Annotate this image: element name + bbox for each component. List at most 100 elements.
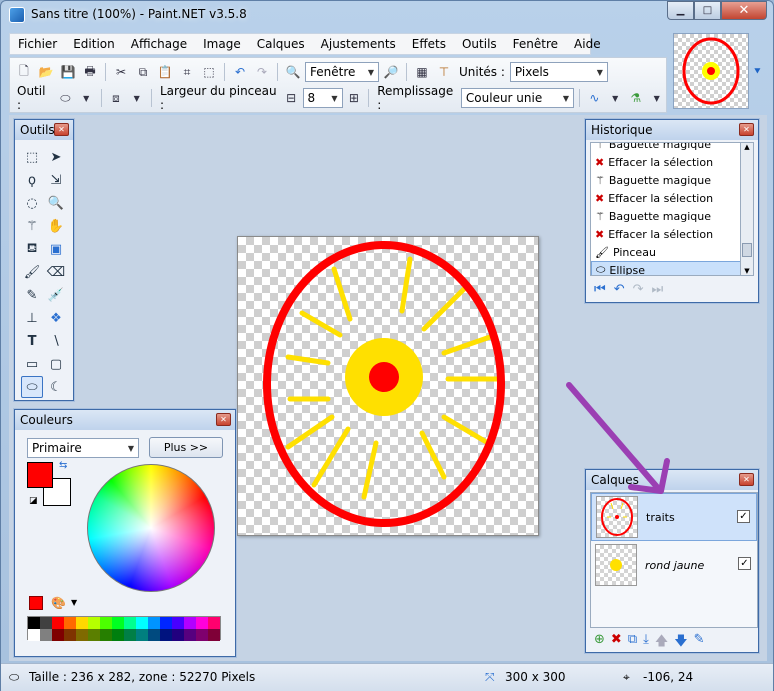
scroll-thumb[interactable]: [742, 243, 752, 257]
palette-swatch[interactable]: [76, 617, 88, 629]
eraser-icon[interactable]: ⌫: [45, 261, 67, 283]
clone-stamp-icon[interactable]: ⊥: [21, 307, 43, 329]
history-item[interactable]: ⚚ Baguette magique: [591, 207, 743, 225]
zoom-select[interactable]: Fenêtre ▼: [305, 62, 379, 82]
zoom-out-icon[interactable]: 🔍: [283, 62, 303, 82]
save-icon[interactable]: 💾: [58, 62, 78, 82]
antialiasing-icon[interactable]: ∿: [585, 88, 604, 108]
palette-swatch[interactable]: [88, 617, 100, 629]
freeform-shape-icon[interactable]: ☾: [45, 376, 67, 398]
new-file-icon[interactable]: 🗋: [14, 62, 34, 82]
color-mode-select[interactable]: Primaire ▼: [27, 438, 139, 458]
add-layer-icon[interactable]: ⊕: [594, 632, 605, 654]
palette-swatch[interactable]: [64, 629, 76, 641]
history-item[interactable]: ⚚ Baguette magique: [591, 171, 743, 189]
zoom-in-icon[interactable]: 🔎: [381, 62, 401, 82]
title-bar[interactable]: Sans titre (100%) - Paint.NET v3.5.8 ▁ □…: [1, 1, 773, 31]
redo-icon[interactable]: ↷: [252, 62, 272, 82]
chevron-down-icon[interactable]: ▼: [647, 88, 666, 108]
menu-fichier[interactable]: Fichier: [10, 37, 65, 51]
pencil-icon[interactable]: ✎: [21, 284, 43, 306]
palette-swatch[interactable]: [160, 629, 172, 641]
layer-row[interactable]: rond jaune ✓: [591, 541, 757, 589]
palette-swatch[interactable]: [124, 629, 136, 641]
palette-swatch[interactable]: [40, 617, 52, 629]
ruler-icon[interactable]: ⊤: [434, 62, 454, 82]
history-item-selected[interactable]: ⬭ Ellipse: [591, 261, 743, 275]
palette-swatch[interactable]: [184, 617, 196, 629]
palette-swatch[interactable]: [100, 617, 112, 629]
history-item[interactable]: ⚚ Baguette magique: [591, 143, 743, 153]
palette-swatch[interactable]: [64, 617, 76, 629]
lasso-select-icon[interactable]: ϙ: [21, 169, 43, 191]
layer-properties-icon[interactable]: ✎: [694, 632, 705, 654]
history-item[interactable]: ✖ Effacer la sélection: [591, 225, 743, 243]
close-icon[interactable]: ✕: [739, 123, 754, 136]
chevron-down-icon[interactable]: ⯆: [753, 65, 762, 79]
duplicate-layer-icon[interactable]: ⧉: [628, 632, 637, 654]
menu-affichage[interactable]: Affichage: [123, 37, 195, 51]
palette-swatch[interactable]: [52, 629, 64, 641]
palette-swatch[interactable]: [208, 629, 220, 641]
rectangle-select-icon[interactable]: ⬚: [21, 146, 43, 168]
paint-bucket-icon[interactable]: ⛾: [21, 238, 43, 260]
palette-swatch[interactable]: [100, 629, 112, 641]
undo-icon[interactable]: ↶: [230, 62, 250, 82]
menu-outils[interactable]: Outils: [454, 37, 505, 51]
menu-edition[interactable]: Edition: [65, 37, 123, 51]
redo-icon[interactable]: ↷: [633, 282, 644, 297]
palette-swatch[interactable]: [148, 629, 160, 641]
history-scrollbar[interactable]: ▲ ▼: [740, 142, 754, 276]
palette-swatch[interactable]: [184, 629, 196, 641]
palette-swatch[interactable]: [28, 617, 40, 629]
move-selected-icon[interactable]: ⇲: [45, 169, 67, 191]
undo-icon[interactable]: ↶: [614, 282, 625, 297]
fast-forward-icon[interactable]: ⏭: [652, 282, 664, 297]
maximize-button[interactable]: □: [694, 1, 721, 20]
palette-swatch[interactable]: [196, 617, 208, 629]
palette-icon[interactable]: 🎨: [51, 596, 66, 610]
close-icon[interactable]: ✕: [739, 473, 754, 486]
close-icon[interactable]: ✕: [216, 413, 231, 426]
menu-ajustements[interactable]: Ajustements: [313, 37, 404, 51]
history-item[interactable]: 🖌 Pinceau: [591, 243, 743, 261]
palette-swatch[interactable]: [172, 629, 184, 641]
blend-mode-icon[interactable]: ⚗: [627, 88, 646, 108]
palette-swatch[interactable]: [124, 617, 136, 629]
print-icon[interactable]: 🖶: [80, 62, 100, 82]
move-layer-up-icon[interactable]: 🡅: [655, 632, 668, 654]
ellipse-tool-icon[interactable]: ⬭: [56, 88, 75, 108]
close-icon[interactable]: ✕: [54, 123, 69, 136]
swap-colors-icon[interactable]: ⇆: [59, 460, 67, 471]
pan-hand-icon[interactable]: ✋: [45, 215, 67, 237]
menu-effets[interactable]: Effets: [404, 37, 454, 51]
zoom-icon[interactable]: 🔍: [45, 192, 67, 214]
rectangle-icon[interactable]: ▭: [21, 353, 43, 375]
gradient-icon[interactable]: ▣: [45, 238, 67, 260]
decrease-width-icon[interactable]: ⊟: [282, 88, 301, 108]
menu-aide[interactable]: Aide: [566, 37, 609, 51]
palette-swatch[interactable]: [172, 617, 184, 629]
fill-select[interactable]: Couleur unie ▼: [460, 88, 575, 108]
line-curve-icon[interactable]: ∖: [45, 330, 67, 352]
palette-swatch[interactable]: [112, 617, 124, 629]
palette-swatch[interactable]: [148, 617, 160, 629]
image-canvas[interactable]: [237, 236, 539, 536]
palette-swatch[interactable]: [160, 617, 172, 629]
grid-icon[interactable]: ▦: [412, 62, 432, 82]
menu-calques[interactable]: Calques: [249, 37, 313, 51]
chevron-down-icon[interactable]: ▼: [71, 598, 77, 607]
menu-image[interactable]: Image: [195, 37, 249, 51]
copy-icon[interactable]: ⧉: [133, 62, 153, 82]
merge-layer-down-icon[interactable]: ⤓: [643, 632, 649, 654]
paste-icon[interactable]: 📋: [155, 62, 175, 82]
layer-visibility-checkbox[interactable]: ✓: [738, 557, 751, 570]
color-wheel[interactable]: [87, 464, 215, 592]
palette-swatch[interactable]: [136, 617, 148, 629]
minimize-button[interactable]: ▁: [667, 1, 694, 20]
palette-swatch[interactable]: [40, 629, 52, 641]
colors-panel-title[interactable]: Couleurs: [15, 410, 235, 430]
magic-wand-icon[interactable]: ⚚: [21, 215, 43, 237]
close-button[interactable]: ✕: [721, 1, 767, 20]
crop-icon[interactable]: ⌗: [177, 62, 197, 82]
